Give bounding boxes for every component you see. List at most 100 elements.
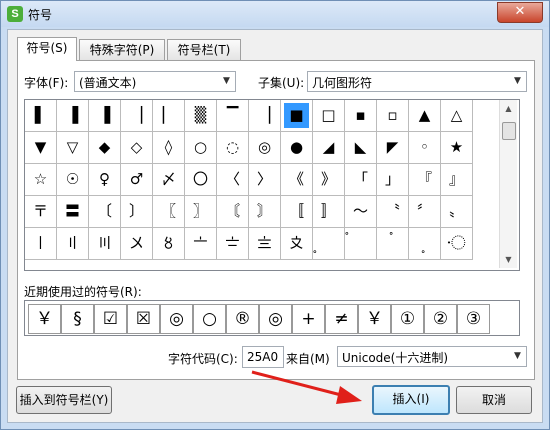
- recent-symbol-cell[interactable]: ③: [457, 304, 490, 334]
- recent-symbol-cell[interactable]: ②: [424, 304, 457, 334]
- recent-symbol-cell[interactable]: ®: [226, 304, 259, 334]
- symbol-cell[interactable]: 〗: [185, 196, 217, 228]
- insert-to-bar-button[interactable]: 插入到符号栏(Y): [16, 386, 112, 414]
- scroll-down-icon[interactable]: ▼: [500, 251, 517, 268]
- symbol-cell[interactable]: ▒: [185, 100, 217, 132]
- symbol-cell[interactable]: 〬: [377, 228, 409, 260]
- symbol-cell[interactable]: ▲: [409, 100, 441, 132]
- recent-symbol-cell[interactable]: ￥: [28, 304, 61, 334]
- symbol-cell[interactable]: ▐: [57, 100, 89, 132]
- symbol-cell[interactable]: ◤: [377, 132, 409, 164]
- insert-button[interactable]: 插入(I): [372, 385, 450, 415]
- recent-symbol-cell[interactable]: ○: [193, 304, 226, 334]
- symbol-cell[interactable]: 〥: [153, 228, 185, 260]
- symbol-cell[interactable]: 『: [409, 164, 441, 196]
- symbol-cell[interactable]: ▔: [217, 100, 249, 132]
- symbol-cell[interactable]: 〭: [409, 228, 441, 260]
- symbol-cell[interactable]: 〙: [249, 196, 281, 228]
- symbol-cell[interactable]: 〘: [217, 196, 249, 228]
- recent-symbol-cell[interactable]: ◎: [259, 304, 292, 334]
- subset-select[interactable]: 几何图形符 ▼: [307, 71, 527, 92]
- recent-symbol-cell[interactable]: ◎: [160, 304, 193, 334]
- symbol-cell[interactable]: 〝: [377, 196, 409, 228]
- symbol-cell[interactable]: 〈: [217, 164, 249, 196]
- symbol-cell[interactable]: 「: [345, 164, 377, 196]
- symbol-cell[interactable]: ▌: [25, 100, 57, 132]
- recent-symbol-cell[interactable]: +: [292, 304, 325, 334]
- symbol-cell[interactable]: 〚: [281, 196, 313, 228]
- symbol-cell[interactable]: ▏: [153, 100, 185, 132]
- symbol-cell[interactable]: △: [441, 100, 473, 132]
- symbol-cell[interactable]: 〉: [249, 164, 281, 196]
- recent-symbol-cell[interactable]: ☒: [127, 304, 160, 334]
- tab-symbols[interactable]: 符号(S): [17, 37, 77, 61]
- symbol-cell[interactable]: ♀: [89, 164, 121, 196]
- symbol-cell[interactable]: 〇: [185, 164, 217, 196]
- font-select[interactable]: (普通文本) ▼: [74, 71, 236, 92]
- symbol-cell[interactable]: 〨: [249, 228, 281, 260]
- recent-symbol-cell[interactable]: ☑: [94, 304, 127, 334]
- symbol-cell[interactable]: 〦: [185, 228, 217, 260]
- symbol-cell[interactable]: ★: [441, 132, 473, 164]
- symbol-cell[interactable]: ▕: [121, 100, 153, 132]
- symbol-cell[interactable]: 〔: [89, 196, 121, 228]
- scroll-up-icon[interactable]: ▲: [500, 100, 517, 117]
- symbol-cell[interactable]: ▐: [89, 100, 121, 132]
- symbol-cell[interactable]: ■: [281, 100, 313, 132]
- symbol-cell[interactable]: 〕: [121, 196, 153, 228]
- symbol-cell[interactable]: 〤: [121, 228, 153, 260]
- symbol-cell[interactable]: 〜: [345, 196, 377, 228]
- symbol-cell[interactable]: 』: [441, 164, 473, 196]
- symbol-cell[interactable]: ◦: [409, 132, 441, 164]
- symbol-cell[interactable]: 〖: [153, 196, 185, 228]
- symbol-cell[interactable]: 《: [281, 164, 313, 196]
- symbol-cell[interactable]: ▪: [345, 100, 377, 132]
- symbol-cell[interactable]: 〛: [313, 196, 345, 228]
- symbol-cell[interactable]: ☆: [25, 164, 57, 196]
- symbol-cell[interactable]: ☉: [57, 164, 89, 196]
- symbol-cell[interactable]: 〞: [409, 196, 441, 228]
- symbol-cell[interactable]: ◌: [217, 132, 249, 164]
- symbol-cell[interactable]: 〓: [57, 196, 89, 228]
- symbol-cell[interactable]: 》: [313, 164, 345, 196]
- symbol-cell[interactable]: 〧: [217, 228, 249, 260]
- symbol-cell[interactable]: 〩: [281, 228, 313, 260]
- symbol-cell[interactable]: 〆: [153, 164, 185, 196]
- symbol-cell[interactable]: 〢: [57, 228, 89, 260]
- symbol-cell[interactable]: 〮: [441, 228, 473, 260]
- recent-symbol-cell[interactable]: ①: [391, 304, 424, 334]
- symbol-cell[interactable]: 〪: [313, 228, 345, 260]
- symbol-cell[interactable]: ◊: [153, 132, 185, 164]
- symbol-cell[interactable]: 〡: [25, 228, 57, 260]
- from-select[interactable]: Unicode(十六进制) ▼: [337, 346, 527, 367]
- symbol-cell[interactable]: 〟: [441, 196, 473, 228]
- symbol-cell[interactable]: ▫: [377, 100, 409, 132]
- symbol-cell[interactable]: 〫: [345, 228, 377, 260]
- tab-symbol-bar[interactable]: 符号栏(T): [167, 39, 241, 60]
- symbol-cell[interactable]: ◎: [249, 132, 281, 164]
- symbol-cell[interactable]: ●: [281, 132, 313, 164]
- recent-symbol-cell[interactable]: §: [61, 304, 94, 334]
- symbol-cell[interactable]: ▼: [25, 132, 57, 164]
- scroll-thumb[interactable]: [502, 122, 516, 140]
- recent-symbol-cell[interactable]: ￥: [358, 304, 391, 334]
- symbol-cell[interactable]: ○: [185, 132, 217, 164]
- tab-special-chars[interactable]: 特殊字符(P): [79, 39, 165, 60]
- symbol-cell[interactable]: □: [313, 100, 345, 132]
- symbol-cell[interactable]: ◆: [89, 132, 121, 164]
- symbol-cell[interactable]: ▽: [57, 132, 89, 164]
- cancel-button[interactable]: 取消: [456, 386, 532, 414]
- symbol-cell[interactable]: ◢: [313, 132, 345, 164]
- grid-scrollbar[interactable]: ▲ ▼: [499, 100, 517, 268]
- symbol-cell[interactable]: ◇: [121, 132, 153, 164]
- font-value: (普通文本): [79, 76, 137, 90]
- symbol-cell[interactable]: 〣: [89, 228, 121, 260]
- symbol-cell[interactable]: ◣: [345, 132, 377, 164]
- recent-symbol-cell[interactable]: ≠: [325, 304, 358, 334]
- close-button[interactable]: ✕: [497, 2, 543, 23]
- symbol-cell[interactable]: 」: [377, 164, 409, 196]
- symbol-cell[interactable]: ▕: [249, 100, 281, 132]
- symbol-cell[interactable]: ♂: [121, 164, 153, 196]
- char-code-input[interactable]: 25A0: [242, 346, 284, 368]
- symbol-cell[interactable]: 〒: [25, 196, 57, 228]
